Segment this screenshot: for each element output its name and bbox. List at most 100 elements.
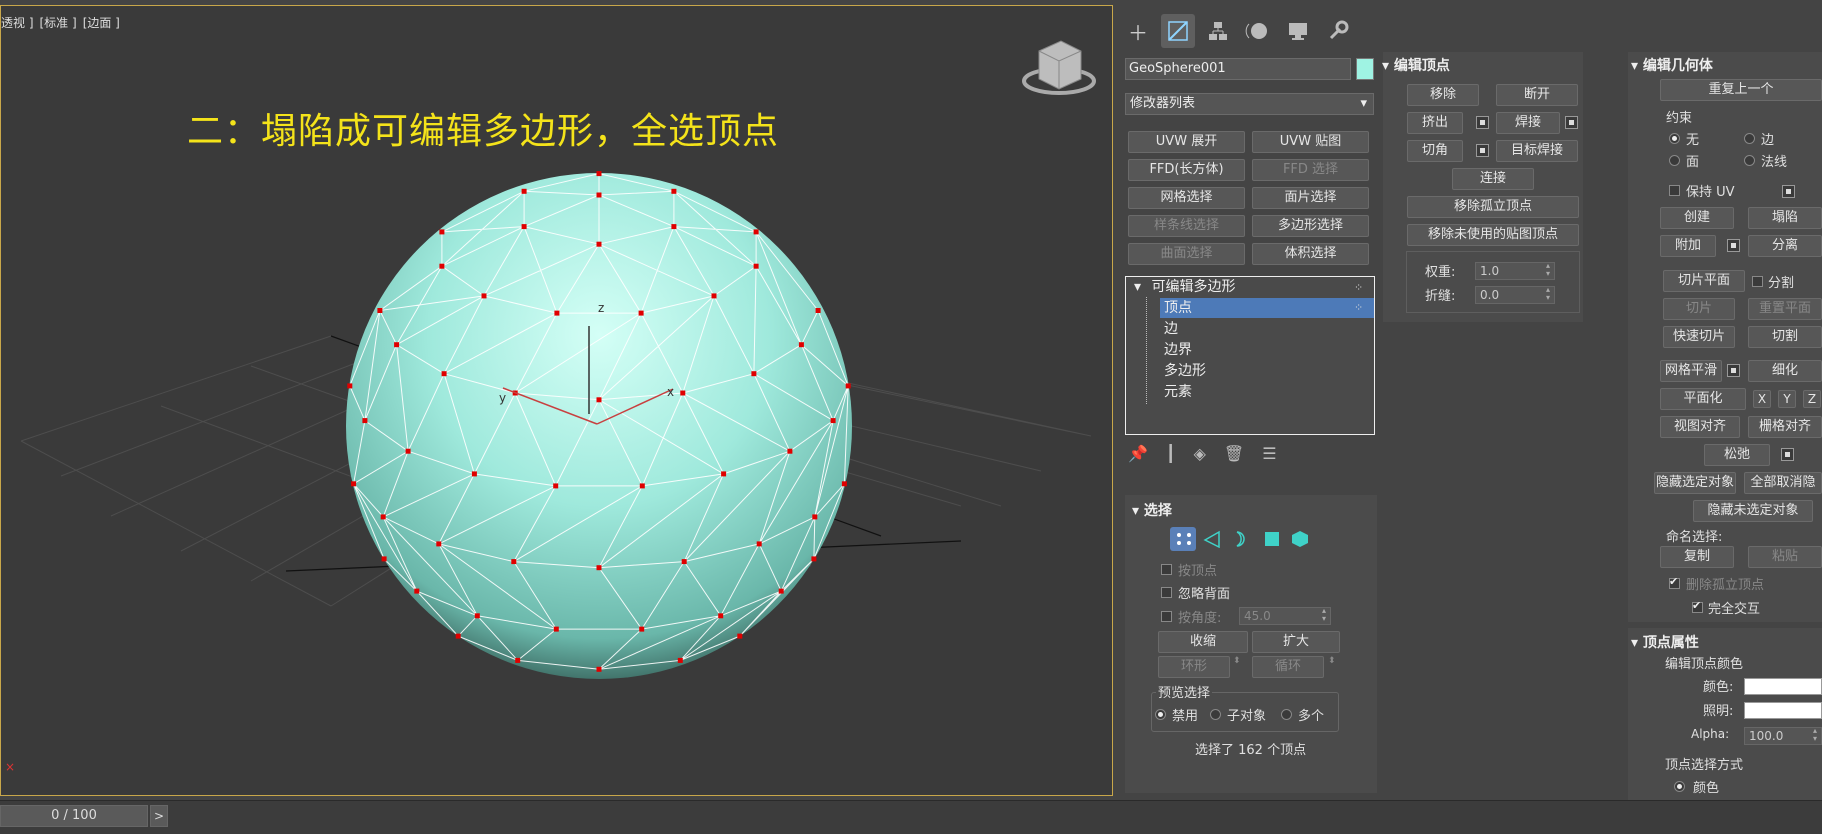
slice-plane-button[interactable]: 切片平面 <box>1663 270 1745 292</box>
polygon-mode-icon[interactable] <box>1262 530 1282 548</box>
edit-vertices-header[interactable]: ▾ 编辑顶点 <box>1382 55 1450 75</box>
ffd-select-button[interactable]: FFD 选择 <box>1252 159 1369 181</box>
stack-item-element[interactable]: 元素 <box>1160 382 1410 402</box>
poly-select-button[interactable]: 多边形选择 <box>1252 215 1369 237</box>
stack-item-edge[interactable]: 边 <box>1160 319 1410 339</box>
extrude-button[interactable]: 挤出 <box>1407 112 1463 134</box>
geosphere[interactable] <box>346 173 852 679</box>
preview-multi-radio[interactable] <box>1281 709 1292 720</box>
preview-subobject-radio[interactable] <box>1210 709 1221 720</box>
loop-spinner-icon[interactable]: ⬍ <box>1328 656 1336 666</box>
connect-button[interactable]: 连接 <box>1452 168 1534 190</box>
modifier-list-dropdown[interactable]: 修改器列表 ▾ <box>1125 93 1374 115</box>
constraint-normal-radio[interactable] <box>1744 155 1755 166</box>
edge-mode-icon[interactable] <box>1202 530 1222 548</box>
weld-button[interactable]: 焊接 <box>1496 112 1560 134</box>
remove-modifier-icon[interactable]: 🗑 <box>1224 444 1244 463</box>
surface-select-button[interactable]: 曲面选择 <box>1128 243 1245 265</box>
preserve-uvs-settings-icon[interactable] <box>1782 185 1795 198</box>
repeat-last-button[interactable]: 重复上一个 <box>1660 79 1822 101</box>
create-button[interactable]: 创建 <box>1660 207 1734 229</box>
illumination-swatch[interactable] <box>1744 702 1822 719</box>
grow-button[interactable]: 扩大 <box>1252 631 1340 653</box>
viewcube-icon[interactable] <box>1022 40 1096 95</box>
planar-z-button[interactable]: Z <box>1803 390 1821 408</box>
stack-item-border[interactable]: 边界 <box>1160 340 1410 360</box>
remove-unused-map-verts-button[interactable]: 移除未使用的贴图顶点 <box>1407 224 1579 246</box>
tab-utilities[interactable] <box>1321 14 1355 48</box>
preserve-uvs-checkbox[interactable] <box>1669 185 1680 196</box>
volume-select-button[interactable]: 体积选择 <box>1252 243 1369 265</box>
loop-button[interactable]: 循环 <box>1252 656 1324 678</box>
stack-item-vertex[interactable]: 顶点 <box>1160 298 1374 318</box>
tab-create[interactable]: ＋ <box>1121 14 1155 48</box>
slice-button[interactable]: 切片 <box>1663 298 1735 320</box>
shrink-button[interactable]: 收缩 <box>1158 631 1248 653</box>
planar-y-button[interactable]: Y <box>1778 390 1796 408</box>
stack-root[interactable]: ▾ 可编辑多边形 <box>1126 277 1376 297</box>
split-checkbox[interactable] <box>1752 276 1763 287</box>
quickslice-button[interactable]: 快速切片 <box>1663 326 1735 348</box>
perspective-viewport[interactable]: 透视 ] [标准 ] [边面 ] z y x × 二：塌陷成可编辑多边形，全选顶… <box>0 5 1113 796</box>
delete-isolated-checkbox[interactable] <box>1669 575 1680 589</box>
copy-button[interactable]: 复制 <box>1660 546 1734 568</box>
crease-spinner[interactable]: 0.0 <box>1475 286 1555 304</box>
alpha-spinner[interactable]: 100.0 <box>1744 727 1822 745</box>
tessellate-button[interactable]: 细化 <box>1748 360 1822 382</box>
weld-settings-icon[interactable] <box>1565 116 1578 129</box>
cut-button[interactable]: 切割 <box>1748 326 1822 348</box>
pin-stack-icon[interactable]: 📌 <box>1128 444 1148 463</box>
unhide-all-button[interactable]: 全部取消隐 <box>1744 472 1822 494</box>
meshsmooth-button[interactable]: 网格平滑 <box>1660 360 1722 382</box>
patch-select-button[interactable]: 面片选择 <box>1252 187 1369 209</box>
object-color-swatch[interactable] <box>1356 58 1374 80</box>
spline-select-button[interactable]: 样条线选择 <box>1128 215 1245 237</box>
time-next-arrow-icon[interactable]: > <box>150 805 168 827</box>
collapse-arrow-icon[interactable]: ▾ <box>1134 279 1141 295</box>
uvw-map-button[interactable]: UVW 贴图 <box>1252 131 1369 153</box>
remove-button[interactable]: 移除 <box>1407 84 1479 106</box>
vertex-color-swatch[interactable] <box>1744 678 1822 695</box>
paste-button[interactable]: 粘贴 <box>1748 546 1822 568</box>
hide-unselected-button[interactable]: 隐藏未选定对象 <box>1693 500 1813 522</box>
make-unique-icon[interactable]: ◈ <box>1194 444 1206 463</box>
view-align-button[interactable]: 视图对齐 <box>1660 416 1740 438</box>
remove-isolated-vertices-button[interactable]: 移除孤立顶点 <box>1407 196 1579 218</box>
make-planar-button[interactable]: 平面化 <box>1660 388 1746 410</box>
meshsmooth-settings-icon[interactable] <box>1727 364 1740 377</box>
ffd-box-button[interactable]: FFD(长方体) <box>1128 159 1245 181</box>
stack-item-polygon[interactable]: 多边形 <box>1160 361 1410 381</box>
constraint-edge-radio[interactable] <box>1744 133 1755 144</box>
reset-plane-button[interactable]: 重置平面 <box>1748 298 1822 320</box>
ring-button[interactable]: 环形 <box>1158 656 1230 678</box>
time-slider[interactable]: 0 / 100 <box>0 805 148 827</box>
element-mode-icon[interactable] <box>1290 530 1310 548</box>
tab-hierarchy[interactable] <box>1201 14 1235 48</box>
relax-button[interactable]: 松弛 <box>1704 444 1770 466</box>
target-weld-button[interactable]: 目标焊接 <box>1496 140 1578 162</box>
constraint-face-radio[interactable] <box>1669 155 1680 166</box>
by-angle-checkbox[interactable] <box>1161 611 1172 622</box>
chamfer-button[interactable]: 切角 <box>1407 140 1463 162</box>
angle-spinner[interactable]: 45.0 <box>1239 607 1331 625</box>
chamfer-settings-icon[interactable] <box>1476 144 1489 157</box>
vertex-properties-header[interactable]: ▾ 顶点属性 <box>1631 632 1699 652</box>
ignore-backfacing-checkbox[interactable] <box>1161 587 1172 598</box>
relax-settings-icon[interactable] <box>1781 448 1794 461</box>
detach-button[interactable]: 分离 <box>1748 235 1822 257</box>
attach-button[interactable]: 附加 <box>1660 235 1716 257</box>
configure-modifier-sets-icon[interactable]: ☰ <box>1262 444 1276 463</box>
object-name-field[interactable]: GeoSphere001 <box>1125 58 1351 80</box>
extrude-settings-icon[interactable] <box>1476 116 1489 129</box>
break-button[interactable]: 断开 <box>1496 84 1578 106</box>
collapse-button[interactable]: 塌陷 <box>1748 207 1822 229</box>
constraint-none-radio[interactable] <box>1669 133 1680 144</box>
tab-motion[interactable] <box>1241 14 1275 48</box>
by-vertex-checkbox[interactable] <box>1161 564 1172 575</box>
full-interactivity-checkbox[interactable] <box>1692 599 1703 613</box>
tab-modify[interactable] <box>1161 14 1195 48</box>
weight-spinner[interactable]: 1.0 <box>1475 262 1555 280</box>
select-by-color-radio[interactable] <box>1674 781 1685 792</box>
attach-list-icon[interactable] <box>1727 239 1740 252</box>
mesh-select-button[interactable]: 网格选择 <box>1128 187 1245 209</box>
